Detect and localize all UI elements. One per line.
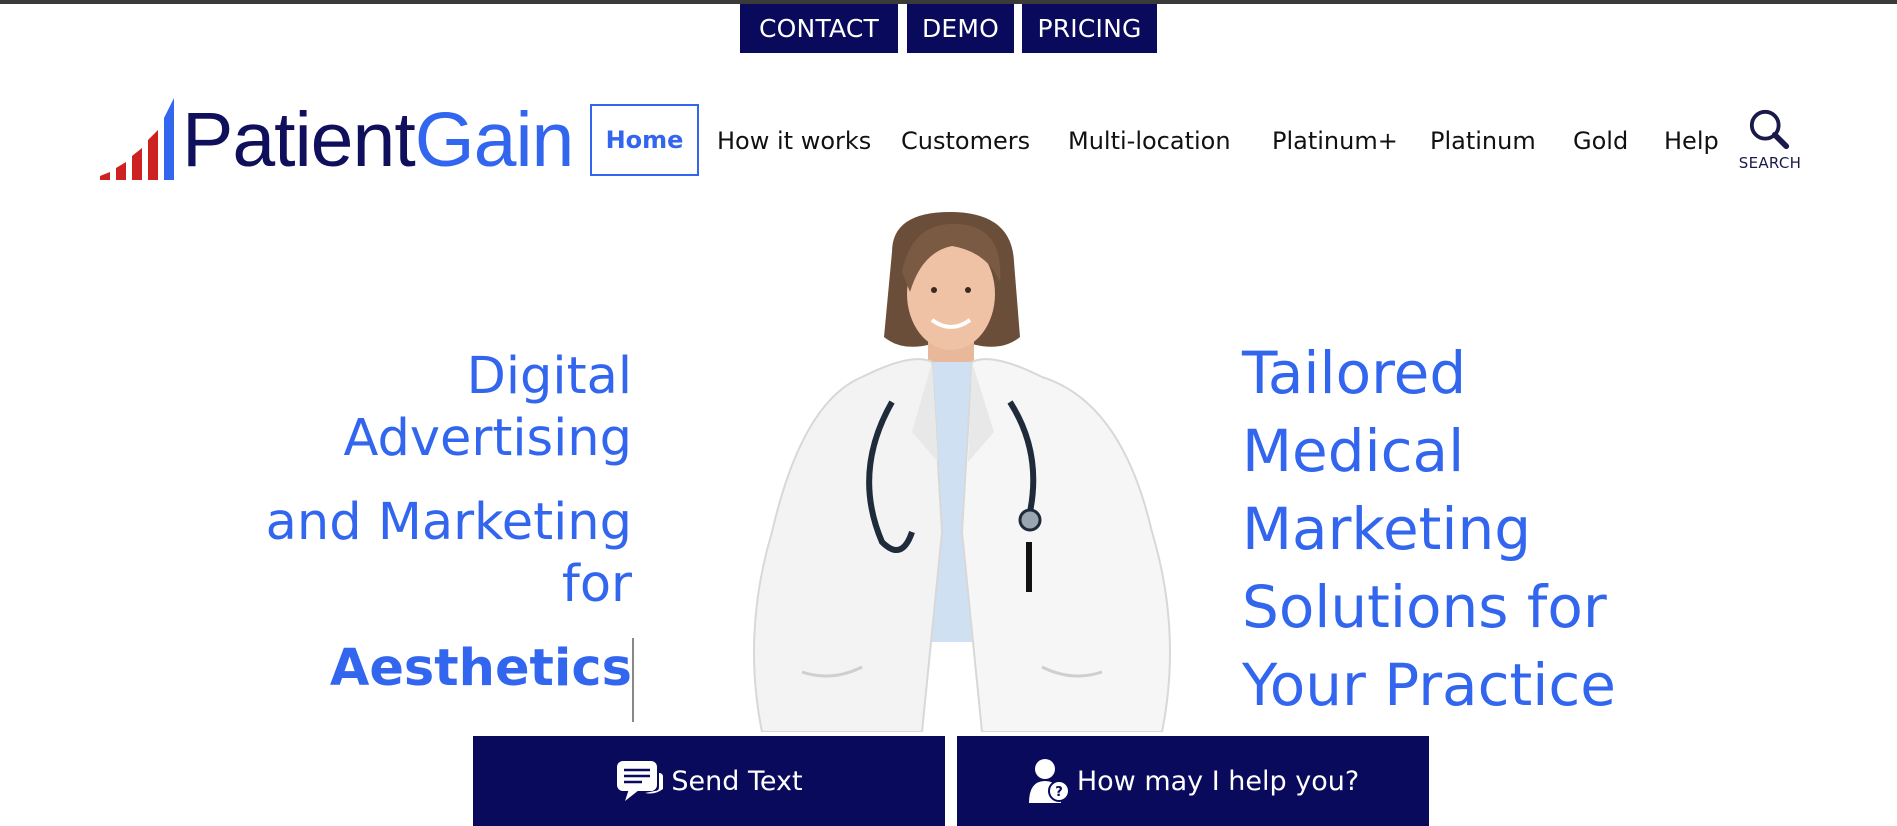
hero-left-line: for bbox=[561, 555, 632, 614]
support-agent-icon: ? bbox=[1028, 759, 1070, 803]
doctor-image bbox=[753, 212, 1171, 732]
hero-right-line: Tailored bbox=[1242, 339, 1467, 407]
hero-left-headline: Digital Advertising and Marketing for Ae… bbox=[200, 346, 634, 722]
nav-platinum-plus[interactable]: Platinum+ bbox=[1272, 124, 1398, 158]
nav-gold[interactable]: Gold bbox=[1573, 124, 1628, 158]
nav-multi-location[interactable]: Multi-location bbox=[1068, 124, 1231, 158]
pricing-button[interactable]: PRICING bbox=[1022, 4, 1157, 53]
hero-right-line: Your Practice bbox=[1242, 651, 1616, 719]
nav-home[interactable]: Home bbox=[590, 104, 699, 176]
growth-bars-icon bbox=[100, 98, 174, 180]
hero-specialty-word: Aesthetics bbox=[329, 639, 632, 698]
nav-how-it-works[interactable]: How it works bbox=[717, 124, 871, 158]
hero-left-line: Digital bbox=[466, 347, 632, 406]
hero-left-line: Advertising bbox=[343, 409, 633, 468]
nav-platinum[interactable]: Platinum bbox=[1430, 124, 1536, 158]
send-text-label: Send Text bbox=[671, 765, 803, 797]
svg-text:?: ? bbox=[1055, 785, 1063, 800]
nav-customers[interactable]: Customers bbox=[901, 124, 1030, 158]
contact-button[interactable]: CONTACT bbox=[740, 4, 898, 53]
help-chat-button[interactable]: ? How may I help you? bbox=[957, 736, 1429, 826]
search-button[interactable]: SEARCH bbox=[1738, 108, 1802, 172]
logo-wordmark: PatientGain bbox=[182, 97, 575, 183]
help-chat-label: How may I help you? bbox=[1076, 765, 1360, 797]
logo-wordmark-gain: Gain bbox=[414, 97, 575, 183]
search-icon bbox=[1749, 109, 1790, 150]
patientgain-logo[interactable]: PatientGain bbox=[98, 96, 574, 182]
logo-wordmark-patient: Patient bbox=[182, 97, 416, 183]
hero-right-line: Marketing bbox=[1242, 495, 1532, 563]
hero-right-line: Solutions for bbox=[1242, 573, 1607, 641]
hero-right-headline: Tailored Medical Marketing Solutions for… bbox=[1242, 334, 1722, 724]
demo-button[interactable]: DEMO bbox=[907, 4, 1014, 53]
nav-help[interactable]: Help bbox=[1664, 124, 1719, 158]
typing-cursor bbox=[632, 638, 634, 722]
search-label: SEARCH bbox=[1738, 154, 1802, 172]
hero-right-line: Medical bbox=[1242, 417, 1465, 485]
send-text-button[interactable]: Send Text bbox=[473, 736, 945, 826]
hero-left-line: and Marketing bbox=[265, 493, 632, 552]
chat-bubble-icon bbox=[617, 761, 664, 801]
hero-specialty-text: Aesthetics bbox=[200, 638, 634, 722]
